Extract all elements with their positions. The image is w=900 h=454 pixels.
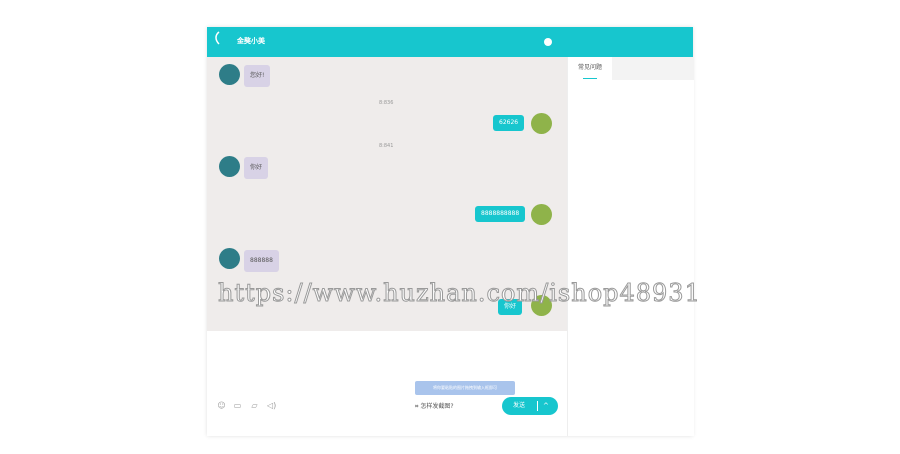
send-button[interactable]: 发送 ^ bbox=[502, 397, 558, 415]
voice-icon[interactable]: ◁) bbox=[267, 401, 276, 410]
chevron-up-icon[interactable]: ^ bbox=[543, 397, 549, 415]
user-avatar bbox=[531, 204, 552, 225]
message-bubble-left: 你好 bbox=[244, 157, 269, 179]
emoji-icon[interactable]: ☺ bbox=[217, 401, 226, 410]
agent-avatar bbox=[219, 248, 240, 269]
timestamp: 8:841 bbox=[379, 143, 394, 149]
user-avatar bbox=[531, 113, 552, 134]
message-bubble-right: 62626 bbox=[493, 115, 525, 131]
window-title: 金獒小美 bbox=[237, 37, 265, 45]
screenshot-label: 怎样发截图? bbox=[420, 403, 454, 410]
send-divider bbox=[537, 401, 538, 411]
tab-underline bbox=[583, 78, 597, 79]
tab-faq[interactable]: 常见问题 bbox=[568, 57, 612, 80]
watermark: https://www.huzhan.com/ishop48931 bbox=[218, 279, 701, 308]
smiley-icon[interactable] bbox=[544, 38, 552, 46]
folder-icon[interactable]: ▱ bbox=[250, 401, 259, 410]
title-bar: 金獒小美 bbox=[207, 27, 693, 57]
message-input-area[interactable]: ☺ ▭ ▱ ◁) 将你要粘贴的图片拖拽到输入框即可 ⌗ 怎样发截图? 发送 ^ bbox=[207, 331, 567, 436]
chat-window: 金獒小美 您好! 8:836 62626 8:841 你好 8888888888… bbox=[207, 27, 694, 436]
agent-avatar bbox=[219, 64, 240, 85]
agent-avatar bbox=[219, 156, 240, 177]
message-bubble-right: 8888888888 bbox=[475, 206, 526, 222]
logo-icon bbox=[215, 31, 220, 45]
faq-panel: 常见问题 bbox=[567, 57, 694, 436]
faq-tabs: 常见问题 bbox=[568, 57, 694, 80]
crop-icon: ⌗ bbox=[415, 403, 419, 410]
image-icon[interactable]: ▭ bbox=[233, 401, 242, 410]
screenshot-help-link[interactable]: ⌗ 怎样发截图? bbox=[415, 401, 454, 411]
message-bubble-left: 您好! bbox=[244, 65, 271, 87]
paste-hint: 将你要粘贴的图片拖拽到输入框即可 bbox=[415, 381, 515, 395]
send-label: 发送 bbox=[513, 402, 526, 409]
message-bubble-left: 888888 bbox=[244, 250, 279, 272]
timestamp: 8:836 bbox=[379, 100, 394, 106]
